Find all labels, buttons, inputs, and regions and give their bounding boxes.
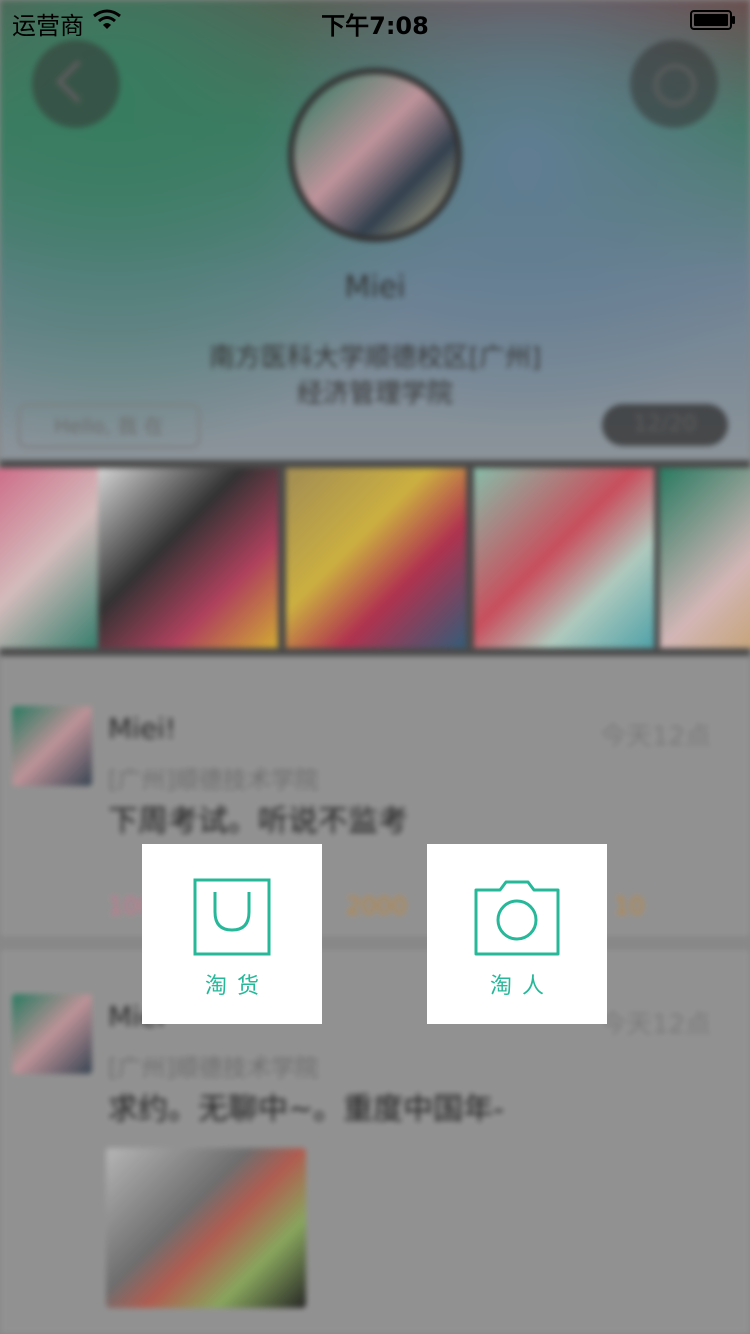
taohuo-label: 淘货 [204,974,269,999]
background-page: Miei 南方医科大学顺德校区[广州] 经济管理学院 Hello, 我 在 12… [0,0,750,1334]
taoren-button[interactable]: 淘人 [427,844,607,1024]
shopping-bag-icon [193,878,271,956]
modal-dim-overlay[interactable] [0,0,750,1334]
camera-icon [474,880,560,956]
screen: Miei 南方医科大学顺德校区[广州] 经济管理学院 Hello, 我 在 12… [0,0,750,1334]
status-bar: 运营商 下午7:08 [0,0,750,40]
taohuo-button[interactable]: 淘货 [142,844,322,1024]
taoren-label: 淘人 [489,974,554,999]
battery-icon [690,10,735,30]
status-time: 下午7:08 [321,12,429,40]
